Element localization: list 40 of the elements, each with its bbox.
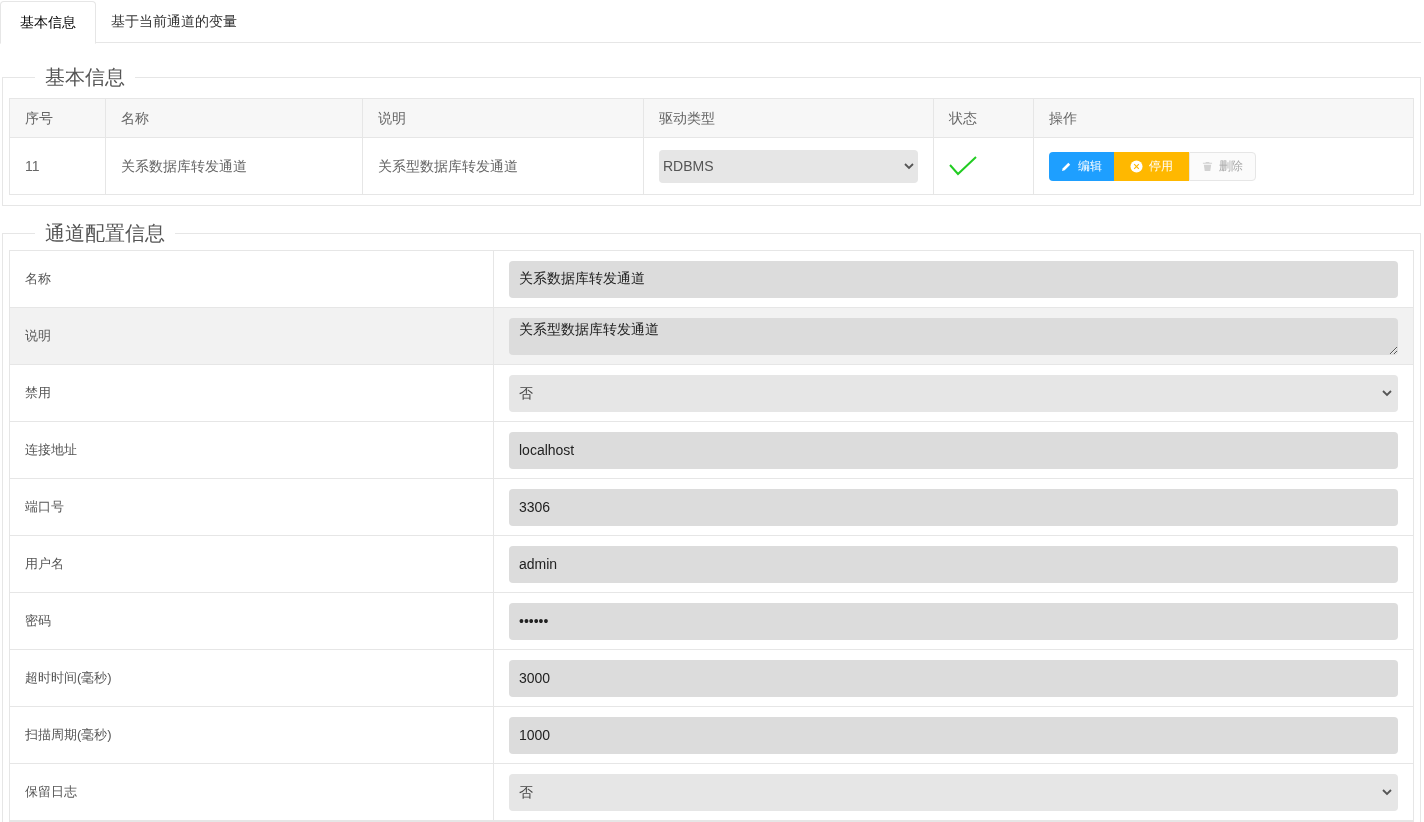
field-label: 名称 (25, 270, 51, 289)
column-header: 序号 (10, 99, 106, 137)
table-cell: 11 (10, 138, 106, 194)
field-label: 禁用 (25, 384, 51, 403)
text-field[interactable]: admin (509, 545, 1398, 583)
text-field[interactable]: 1000 (509, 716, 1398, 754)
pencil-icon (1061, 160, 1072, 172)
field-label: 说明 (25, 327, 51, 346)
chevron-down-icon (1382, 788, 1392, 796)
column-header: 名称 (106, 99, 363, 137)
column-header: 说明 (363, 99, 644, 137)
field-label: 扫描周期(毫秒) (25, 726, 112, 745)
select-field[interactable]: 否 (509, 374, 1398, 412)
section-title: 通道配置信息 (44, 221, 166, 246)
chevron-down-icon (904, 162, 914, 170)
text-field[interactable]: 3306 (509, 488, 1398, 526)
driver-select[interactable]: RDBMS (659, 149, 918, 183)
close-circle-icon (1130, 159, 1143, 173)
chevron-down-icon (1382, 389, 1392, 397)
field-label: 保留日志 (25, 783, 77, 802)
column-header: 驱动类型 (644, 99, 934, 137)
tab[interactable]: 基于当前通道的变量 (96, 0, 252, 42)
table-cell: 关系数据库转发通道 (106, 138, 363, 194)
text-field[interactable]: 关系数据库转发通道 (509, 260, 1398, 298)
table-cell: 关系型数据库转发通道 (363, 138, 644, 194)
trash-icon (1202, 160, 1213, 172)
field-label: 连接地址 (25, 441, 77, 460)
field-label: 超时时间(毫秒) (25, 669, 112, 688)
select-field[interactable]: 否 (509, 773, 1398, 811)
text-field[interactable]: localhost (509, 431, 1398, 469)
field-label: 用户名 (25, 555, 64, 574)
text-field[interactable]: 3000 (509, 659, 1398, 697)
section-title: 基本信息 (44, 65, 126, 90)
text-field[interactable]: •••••• (509, 602, 1398, 640)
text-area[interactable]: 关系型数据库转发通道 (509, 317, 1398, 355)
field-label: 端口号 (25, 498, 64, 517)
column-header: 状态 (934, 99, 1034, 137)
column-header: 操作 (1048, 108, 1078, 128)
field-label: 密码 (25, 612, 51, 631)
tab[interactable]: 基本信息 (0, 1, 96, 44)
